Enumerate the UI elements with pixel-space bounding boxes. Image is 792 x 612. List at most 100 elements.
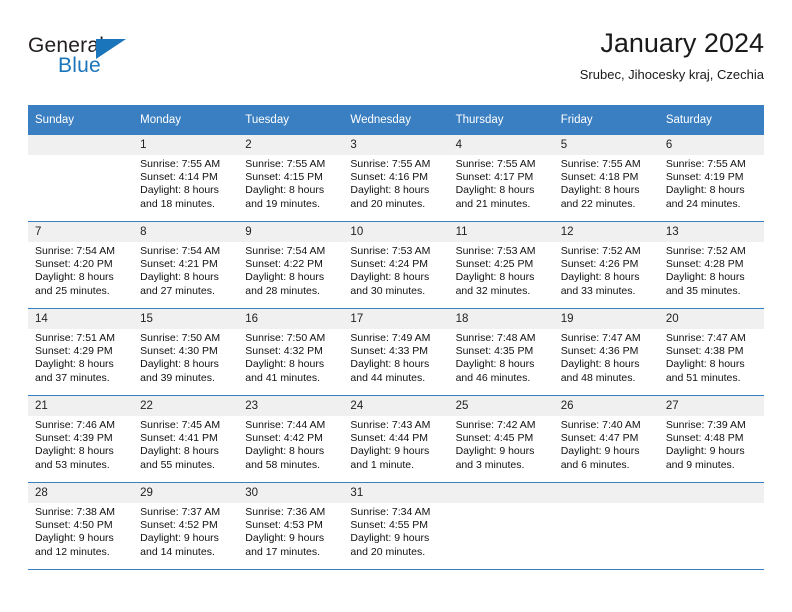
calendar-day-cell[interactable]: 22 Sunrise: 7:45 AM Sunset: 4:41 PM Dayligh… [133, 395, 239, 483]
daylight-text-line2: and 19 minutes. [245, 197, 320, 210]
daylight-text-line1: Daylight: 8 hours [35, 271, 114, 284]
day-details: Sunrise: 7:49 AM Sunset: 4:33 PM Daylight:… [343, 329, 448, 385]
day-details: Sunrise: 7:55 AM Sunset: 4:17 PM Daylight:… [449, 155, 554, 211]
calendar-day-cell[interactable]: 8 Sunrise: 7:54 AM Sunset: 4:21 PM Daylight… [133, 221, 239, 309]
day-details: Sunrise: 7:53 AM Sunset: 4:25 PM Daylight:… [449, 242, 554, 298]
day-number: 13 [658, 222, 764, 242]
day-details: Sunrise: 7:54 AM Sunset: 4:20 PM Daylight:… [28, 242, 133, 298]
calendar-day-cell[interactable]: 17 Sunrise: 7:49 AM Sunset: 4:33 PM Dayligh… [343, 308, 449, 396]
calendar-day-cell[interactable]: 18 Sunrise: 7:48 AM Sunset: 4:35 PM Dayligh… [448, 308, 554, 396]
calendar-day-cell[interactable]: 20 Sunrise: 7:47 AM Sunset: 4:38 PM Dayligh… [658, 308, 764, 396]
calendar-day-cell[interactable]: 12 Sunrise: 7:52 AM Sunset: 4:26 PM Dayligh… [553, 221, 659, 309]
calendar-day-cell[interactable]: 15 Sunrise: 7:50 AM Sunset: 4:30 PM Dayligh… [133, 308, 239, 396]
daylight-text-line2: and 32 minutes. [455, 284, 531, 297]
calendar-day-cell[interactable]: 30 Sunrise: 7:36 AM Sunset: 4:53 PM Dayligh… [238, 482, 344, 570]
sunset-text: Sunset: 4:14 PM [140, 171, 218, 184]
calendar-cell-inner [448, 483, 554, 569]
day-number: 3 [343, 135, 449, 155]
calendar-day-cell[interactable]: 21 Sunrise: 7:46 AM Sunset: 4:39 PM Dayligh… [28, 395, 134, 483]
day-number: 22 [133, 396, 239, 416]
sunrise-text: Sunrise: 7:37 AM [140, 506, 221, 518]
sunset-text: Sunset: 4:53 PM [245, 519, 323, 532]
calendar-day-cell[interactable]: 25 Sunrise: 7:42 AM Sunset: 4:45 PM Dayligh… [448, 395, 554, 483]
calendar-cell-inner: 21 Sunrise: 7:46 AM Sunset: 4:39 PM Dayligh… [28, 396, 134, 482]
calendar-day-cell[interactable]: 11 Sunrise: 7:53 AM Sunset: 4:25 PM Dayligh… [448, 221, 554, 309]
day-number: 10 [343, 222, 449, 242]
day-details: Sunrise: 7:43 AM Sunset: 4:44 PM Daylight:… [343, 416, 448, 472]
calendar-day-cell[interactable]: 29 Sunrise: 7:37 AM Sunset: 4:52 PM Dayligh… [133, 482, 239, 570]
sunrise-text: Sunrise: 7:36 AM [245, 506, 326, 518]
calendar-day-cell[interactable]: 16 Sunrise: 7:50 AM Sunset: 4:32 PM Dayligh… [238, 308, 344, 396]
daylight-text-line1: Daylight: 9 hours [665, 445, 745, 458]
day-number: 11 [448, 222, 554, 242]
sunset-text: Sunset: 4:35 PM [455, 345, 534, 358]
sunset-text: Sunset: 4:42 PM [245, 432, 323, 445]
calendar-day-cell[interactable]: 14 Sunrise: 7:51 AM Sunset: 4:29 PM Dayligh… [28, 308, 134, 396]
sunset-text: Sunset: 4:38 PM [665, 345, 744, 358]
sunrise-text: Sunrise: 7:55 AM [560, 158, 641, 170]
calendar-week-row: 21 Sunrise: 7:46 AM Sunset: 4:39 PM Dayligh… [28, 395, 764, 483]
calendar-day-cell[interactable]: 2 Sunrise: 7:55 AM Sunset: 4:15 PM Daylight… [238, 134, 344, 222]
daylight-text-line1: Daylight: 8 hours [665, 184, 745, 197]
daylight-text-line2: and 6 minutes. [560, 458, 630, 471]
day-details: Sunrise: 7:46 AM Sunset: 4:39 PM Daylight:… [28, 416, 133, 472]
calendar-day-cell[interactable]: 27 Sunrise: 7:39 AM Sunset: 4:48 PM Dayligh… [658, 395, 764, 483]
calendar-cell-inner [553, 483, 659, 569]
calendar-day-cell[interactable]: 31 Sunrise: 7:34 AM Sunset: 4:55 PM Dayligh… [343, 482, 449, 570]
sunset-text: Sunset: 4:26 PM [560, 258, 639, 271]
sunset-text: Sunset: 4:20 PM [35, 258, 113, 271]
day-details: Sunrise: 7:42 AM Sunset: 4:45 PM Daylight:… [449, 416, 554, 472]
calendar-day-cell[interactable]: 9 Sunrise: 7:54 AM Sunset: 4:22 PM Daylight… [238, 221, 344, 309]
title-block: January 2024 Srubec, Jihocesky kraj, Cze… [580, 26, 764, 83]
day-details: Sunrise: 7:53 AM Sunset: 4:24 PM Daylight:… [343, 242, 448, 298]
sunset-text: Sunset: 4:47 PM [560, 432, 639, 445]
sunrise-text: Sunrise: 7:50 AM [140, 332, 221, 344]
sunset-text: Sunset: 4:25 PM [455, 258, 534, 271]
calendar-day-cell[interactable]: 24 Sunrise: 7:43 AM Sunset: 4:44 PM Dayligh… [343, 395, 449, 483]
sunset-text: Sunset: 4:16 PM [350, 171, 429, 184]
calendar-cell-inner: 15 Sunrise: 7:50 AM Sunset: 4:30 PM Dayligh… [133, 309, 239, 395]
daylight-text-line1: Daylight: 9 hours [140, 532, 219, 545]
day-details: Sunrise: 7:52 AM Sunset: 4:28 PM Daylight:… [659, 242, 764, 298]
calendar-day-cell[interactable]: 6 Sunrise: 7:55 AM Sunset: 4:19 PM Daylight… [658, 134, 764, 222]
calendar-cell-inner: 16 Sunrise: 7:50 AM Sunset: 4:32 PM Dayligh… [238, 309, 344, 395]
calendar-day-cell[interactable]: 5 Sunrise: 7:55 AM Sunset: 4:18 PM Daylight… [553, 134, 659, 222]
calendar-day-cell[interactable]: 7 Sunrise: 7:54 AM Sunset: 4:20 PM Daylight… [28, 221, 134, 309]
calendar-day-cell[interactable]: 28 Sunrise: 7:38 AM Sunset: 4:50 PM Dayligh… [28, 482, 134, 570]
calendar-cell-inner: 2 Sunrise: 7:55 AM Sunset: 4:15 PM Daylight… [238, 135, 344, 221]
day-number: 16 [238, 309, 344, 329]
sunset-text: Sunset: 4:21 PM [140, 258, 218, 271]
calendar-day-cell[interactable]: 10 Sunrise: 7:53 AM Sunset: 4:24 PM Dayligh… [343, 221, 449, 309]
day-number: 15 [133, 309, 239, 329]
daylight-text-line2: and 22 minutes. [560, 197, 636, 210]
calendar-day-cell[interactable]: 4 Sunrise: 7:55 AM Sunset: 4:17 PM Daylight… [448, 134, 554, 222]
daylight-text-line2: and 9 minutes. [665, 458, 735, 471]
sunset-text: Sunset: 4:44 PM [350, 432, 429, 445]
day-number: 23 [238, 396, 344, 416]
calendar-cell-inner: 8 Sunrise: 7:54 AM Sunset: 4:21 PM Daylight… [133, 222, 239, 308]
sunset-text: Sunset: 4:36 PM [560, 345, 639, 358]
calendar-day-cell[interactable]: 26 Sunrise: 7:40 AM Sunset: 4:47 PM Dayligh… [553, 395, 659, 483]
calendar-day-cell[interactable]: 3 Sunrise: 7:55 AM Sunset: 4:16 PM Daylight… [343, 134, 449, 222]
daylight-text-line2: and 20 minutes. [350, 545, 426, 558]
daylight-text-line1: Daylight: 8 hours [140, 184, 219, 197]
calendar-day-cell[interactable]: 1 Sunrise: 7:55 AM Sunset: 4:14 PM Daylight… [133, 134, 239, 222]
daylight-text-line2: and 25 minutes. [35, 284, 110, 297]
sunrise-text: Sunrise: 7:50 AM [245, 332, 326, 344]
day-number: 2 [238, 135, 344, 155]
daylight-text-line2: and 33 minutes. [560, 284, 636, 297]
daylight-text-line2: and 41 minutes. [245, 371, 320, 384]
daylight-text-line1: Daylight: 9 hours [245, 532, 325, 545]
sunset-text: Sunset: 4:22 PM [245, 258, 323, 271]
daylight-text-line2: and 58 minutes. [245, 458, 320, 471]
calendar-day-cell[interactable]: 19 Sunrise: 7:47 AM Sunset: 4:36 PM Dayligh… [553, 308, 659, 396]
day-details: Sunrise: 7:36 AM Sunset: 4:53 PM Daylight:… [238, 503, 343, 559]
daylight-text-line1: Daylight: 8 hours [350, 184, 430, 197]
day-details: Sunrise: 7:55 AM Sunset: 4:14 PM Daylight:… [133, 155, 238, 211]
day-number: 1 [133, 135, 239, 155]
day-number: 17 [343, 309, 449, 329]
day-details: Sunrise: 7:52 AM Sunset: 4:26 PM Daylight:… [554, 242, 659, 298]
calendar-day-cell[interactable]: 23 Sunrise: 7:44 AM Sunset: 4:42 PM Dayligh… [238, 395, 344, 483]
calendar-day-cell[interactable]: 13 Sunrise: 7:52 AM Sunset: 4:28 PM Dayligh… [658, 221, 764, 309]
sunset-text: Sunset: 4:55 PM [350, 519, 429, 532]
